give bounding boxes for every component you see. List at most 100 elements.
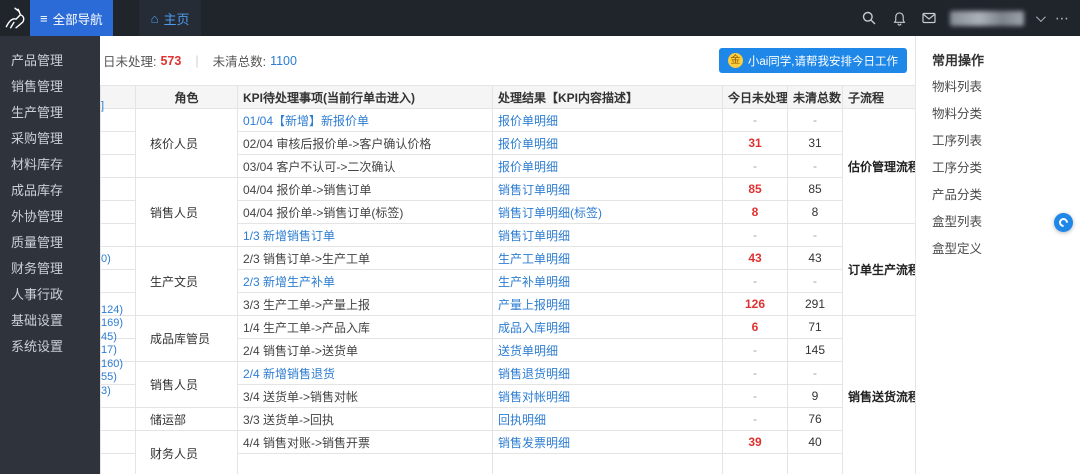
- stats-bar: 日未处理: 573 | 未清总数: 1100 金 小ai同学,请帮我安排今日工作: [100, 36, 915, 85]
- table-row[interactable]: 生产文员 2/3 销售订单->生产工单 生产工单明细 43 43: [100, 246, 916, 316]
- hidden-column-cell: [100, 361, 136, 385]
- role-cell: 销售人员: [135, 177, 238, 247]
- brand-logo-icon[interactable]: [0, 0, 30, 36]
- notification-bell-icon[interactable]: [890, 9, 908, 27]
- table-row[interactable]: 财务人员 4/4 销售对账->销售开票 销售发票明细 39 40: [100, 430, 916, 474]
- kpi-item[interactable]: 1/4 生产工单->产品入库: [237, 315, 493, 339]
- kpi-item[interactable]: 3/3 生产工单->产量上报: [237, 292, 493, 316]
- kpi-item[interactable]: 04/04 报价单->销售订单(标签): [237, 200, 493, 224]
- sidebar-item-basic-settings[interactable]: 基础设置: [0, 308, 100, 334]
- sidebar-item-production-mgmt[interactable]: 生产管理: [0, 100, 100, 126]
- result-link[interactable]: 生产补单明细: [492, 269, 723, 293]
- sidebar-item-finished-inventory[interactable]: 成品库存: [0, 178, 100, 204]
- hidden-column-cell: [100, 246, 136, 270]
- search-icon[interactable]: [860, 9, 878, 27]
- sidebar-item-system-settings[interactable]: 系统设置: [0, 334, 100, 360]
- main-content: 日未处理: 573 | 未清总数: 1100 金 小ai同学,请帮我安排今日工作…: [100, 36, 916, 474]
- hidden-column-cell: [100, 131, 136, 155]
- ai-assistant-button[interactable]: 金 小ai同学,请帮我安排今日工作: [718, 48, 907, 73]
- result-link[interactable]: 销售对帐明细: [492, 384, 723, 408]
- table-row[interactable]: 成品库管员 1/4 生产工单->产品入库 成品入库明细 6 71 销售送货流程: [100, 315, 916, 474]
- panel-item-boxtype-definition[interactable]: 盒型定义: [932, 236, 1080, 263]
- kpi-item[interactable]: 1/3 新增销售订单: [237, 223, 493, 247]
- role-cell: 销售人员: [135, 361, 238, 408]
- flow-cell: 估价管理流程: [842, 108, 916, 224]
- result-link[interactable]: 销售订单明细(标签): [492, 200, 723, 224]
- panel-item-process-list[interactable]: 工序列表: [932, 128, 1080, 155]
- all-navigation-button[interactable]: ≡ 全部导航: [30, 0, 113, 36]
- hidden-column-cell: [100, 154, 136, 178]
- today-count: -: [722, 108, 788, 132]
- table-row[interactable]: 储运部 3/3 送货单->回执 回执明细 -76: [100, 407, 916, 431]
- kpi-item[interactable]: 2/3 销售订单->生产工单: [237, 246, 493, 270]
- kpi-item[interactable]: 2/3 新增生产补单: [237, 269, 493, 293]
- header-result: 处理结果【KPI内容描述】: [492, 85, 723, 109]
- sidebar-item-hr-admin[interactable]: 人事行政: [0, 282, 100, 308]
- result-link[interactable]: 生产工单明细: [492, 246, 723, 270]
- kpi-item[interactable]: 3/3 送货单->回执: [237, 407, 493, 431]
- floating-helper-button[interactable]: [1054, 213, 1073, 232]
- today-count: 126: [722, 292, 788, 316]
- unprocessed-label: 日未处理:: [103, 55, 157, 69]
- today-count: 8: [722, 200, 788, 224]
- chevron-down-icon[interactable]: [1035, 11, 1046, 22]
- result-link[interactable]: 送货单明细: [492, 338, 723, 362]
- table-row[interactable]: 销售人员 2/4 新增销售退货 销售退货明细 - -: [100, 361, 916, 408]
- result-link[interactable]: 成品入库明细: [492, 315, 723, 339]
- panel-item-material-list[interactable]: 物料列表: [932, 74, 1080, 101]
- table-row[interactable]: 销售人员 04/04 报价单->销售订单 销售订单明细 85 85: [100, 177, 916, 247]
- sidebar-item-quality-mgmt[interactable]: 质量管理: [0, 230, 100, 256]
- total-count: 9: [787, 384, 843, 408]
- hidden-column-cell: [100, 292, 136, 316]
- result-link[interactable]: 销售订单明细: [492, 177, 723, 201]
- more-options-icon[interactable]: ⋯: [1055, 11, 1070, 25]
- total-count: -: [787, 154, 843, 178]
- tab-home[interactable]: ⌂ 主页: [138, 0, 202, 36]
- all-navigation-label: 全部导航: [52, 12, 103, 27]
- sidebar-item-sales-mgmt[interactable]: 销售管理: [0, 74, 100, 100]
- panel-item-process-category[interactable]: 工序分类: [932, 155, 1080, 182]
- today-count: [722, 453, 788, 474]
- kpi-item[interactable]: 01/04【新增】新报价单: [237, 108, 493, 132]
- kpi-item[interactable]: 2/4 新增销售退货: [237, 361, 493, 385]
- username-redacted[interactable]: [950, 10, 1024, 26]
- messages-icon[interactable]: [920, 9, 938, 27]
- today-count: -: [722, 223, 788, 247]
- coin-icon: 金: [727, 53, 743, 68]
- hidden-column-cell: [100, 269, 136, 293]
- sidebar-item-purchase-mgmt[interactable]: 采购管理: [0, 126, 100, 152]
- kpi-item[interactable]: 04/04 报价单->销售订单: [237, 177, 493, 201]
- sidebar-item-outsourcing-mgmt[interactable]: 外协管理: [0, 204, 100, 230]
- kpi-item[interactable]: 2/4 销售订单->送货单: [237, 338, 493, 362]
- header-subprocess: 子流程: [842, 85, 916, 109]
- sidebar-nav: 产品管理 销售管理 生产管理 采购管理 材料库存 成品库存 外协管理 质量管理 …: [0, 36, 100, 474]
- sidebar-item-product-mgmt[interactable]: 产品管理: [0, 48, 100, 74]
- result-link[interactable]: 回执明细: [492, 407, 723, 431]
- kpi-item[interactable]: 4/4 销售对账->销售开票: [237, 430, 493, 454]
- kpi-table: 角色 KPI待处理事项(当前行单击进入) 处理结果【KPI内容描述】 今日未处理…: [100, 85, 916, 474]
- result-link[interactable]: 销售退货明细: [492, 361, 723, 385]
- panel-item-material-category[interactable]: 物料分类: [932, 101, 1080, 128]
- hidden-column-cell: [100, 223, 136, 247]
- result-link[interactable]: 报价单明细: [492, 108, 723, 132]
- hamburger-icon: ≡: [40, 10, 48, 26]
- today-count: -: [722, 361, 788, 385]
- kpi-item[interactable]: 03/04 客户不认可->二次确认: [237, 154, 493, 178]
- sidebar-item-finance-mgmt[interactable]: 财务管理: [0, 256, 100, 282]
- home-tab-label: 主页: [163, 11, 190, 27]
- panel-item-product-category[interactable]: 产品分类: [932, 182, 1080, 209]
- table-row[interactable]: 核价人员 01/04【新增】新报价单 报价单明细 - - 估价管理流程: [100, 108, 916, 224]
- header-kpi-items: KPI待处理事项(当前行单击进入): [237, 85, 493, 109]
- kpi-item[interactable]: [237, 453, 493, 474]
- kpi-item[interactable]: 3/4 送货单->销售对帐: [237, 384, 493, 408]
- result-link[interactable]: 产量上报明细: [492, 292, 723, 316]
- sidebar-item-material-inventory[interactable]: 材料库存: [0, 152, 100, 178]
- result-link[interactable]: 报价单明细: [492, 131, 723, 155]
- panel-title: 常用操作: [932, 53, 985, 68]
- result-link[interactable]: [492, 453, 723, 474]
- kpi-item[interactable]: 02/04 审核后报价单->客户确认价格: [237, 131, 493, 155]
- result-link[interactable]: 销售发票明细: [492, 430, 723, 454]
- result-link[interactable]: 销售订单明细: [492, 223, 723, 247]
- result-link[interactable]: 报价单明细: [492, 154, 723, 178]
- total-count: 8: [787, 200, 843, 224]
